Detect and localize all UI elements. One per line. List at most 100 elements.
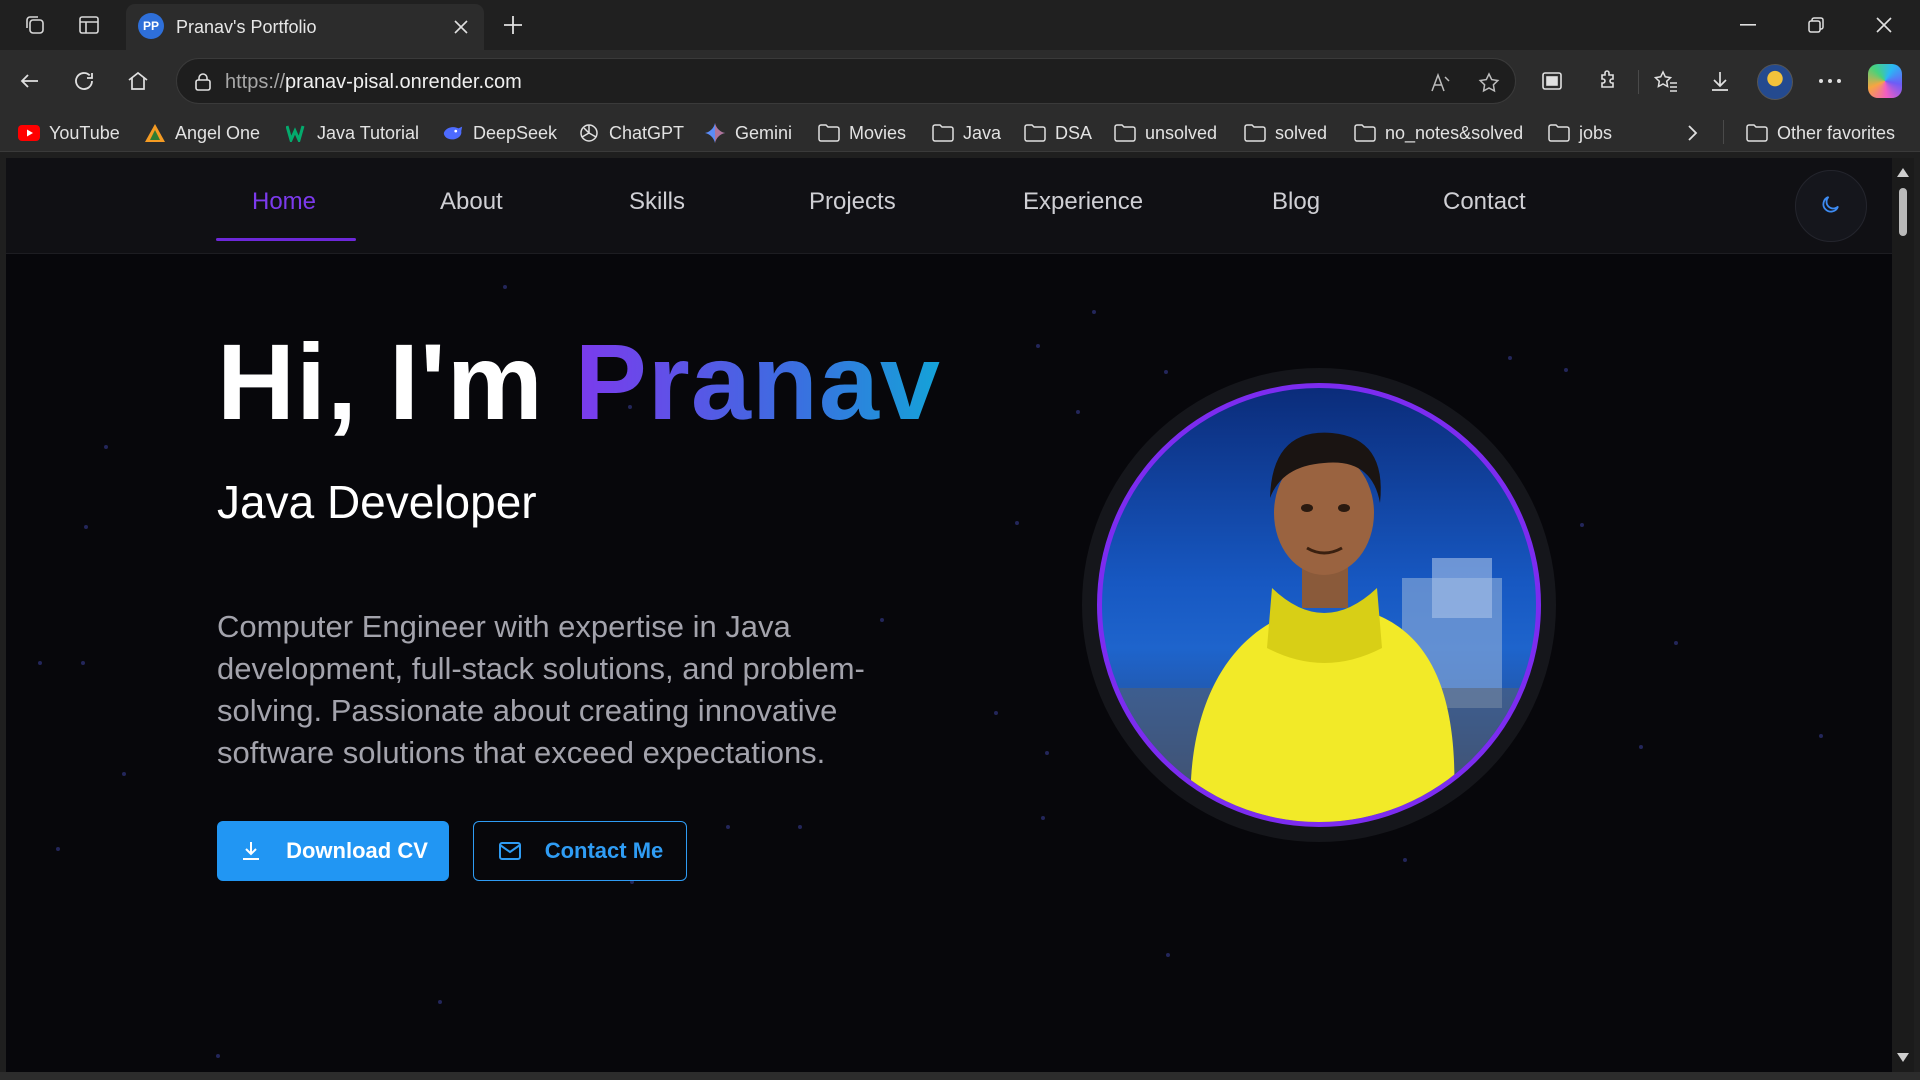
chevron-right-icon[interactable] (1680, 120, 1706, 146)
folder-icon (1354, 122, 1376, 144)
copilot-icon[interactable] (1868, 64, 1902, 98)
background-dot (994, 711, 998, 715)
background-dot (503, 285, 507, 289)
split-screen-icon[interactable] (1536, 65, 1568, 97)
download-cv-button[interactable]: Download CV (217, 821, 449, 881)
bookmark-folder-solved[interactable]: solved (1244, 120, 1327, 146)
bookmark-angel-one[interactable]: Angel One (144, 120, 260, 146)
bookmark-folder-jobs[interactable]: jobs (1548, 120, 1612, 146)
deepseek-icon (442, 122, 464, 144)
chatgpt-icon (578, 122, 600, 144)
nav-skills[interactable]: Skills (629, 188, 685, 216)
downloads-icon[interactable] (1704, 65, 1736, 97)
background-dot (38, 661, 42, 665)
background-dot (726, 825, 730, 829)
folder-icon (1746, 122, 1768, 144)
theme-toggle-button[interactable] (1795, 170, 1867, 242)
contact-me-button[interactable]: Contact Me (473, 821, 687, 881)
bookmark-folder-java[interactable]: Java (932, 120, 1001, 146)
bookmarks-bar: YouTube Angel One Java Tutorial DeepSeek… (0, 112, 1920, 152)
profile-photo-illustration (1102, 432, 1536, 822)
nav-projects[interactable]: Projects (809, 188, 896, 216)
bookmark-folder-movies[interactable]: Movies (818, 120, 906, 146)
background-dot (104, 445, 108, 449)
workspaces-icon[interactable] (20, 10, 50, 40)
bookmark-label: unsolved (1145, 122, 1218, 143)
bookmark-gemini[interactable]: Gemini (704, 120, 792, 146)
w3schools-icon (286, 122, 308, 144)
bookmark-folder-no-notes-solved[interactable]: no_notes&solved (1354, 120, 1523, 146)
lock-icon[interactable] (191, 70, 215, 94)
minimize-icon[interactable] (1714, 0, 1782, 50)
bookmark-label: YouTube (49, 122, 120, 143)
favorites-icon[interactable] (1650, 65, 1682, 97)
bookmark-label: Gemini (735, 122, 793, 143)
background-dot (1166, 953, 1170, 957)
background-dot (81, 661, 85, 665)
scroll-down-arrow-icon[interactable] (1897, 1053, 1909, 1062)
youtube-icon (18, 122, 40, 144)
home-icon[interactable] (122, 65, 154, 97)
bookmark-label: DeepSeek (473, 122, 558, 143)
bookmark-java-tutorial[interactable]: Java Tutorial (286, 120, 419, 146)
bookmark-label: Angel One (175, 122, 261, 143)
scroll-up-arrow-icon[interactable] (1897, 168, 1909, 177)
new-tab-icon[interactable] (498, 10, 528, 40)
contact-me-label: Contact Me (544, 838, 664, 863)
active-tab[interactable]: PP Pranav's Portfolio (126, 4, 484, 50)
tab-title: Pranav's Portfolio (176, 17, 317, 37)
moon-icon (1820, 193, 1842, 220)
background-dot (1041, 816, 1045, 820)
background-dot (1164, 370, 1168, 374)
hero-description: Computer Engineer with expertise in Java… (217, 609, 865, 770)
bookmark-label: Movies (849, 122, 907, 143)
tab-favicon: PP (138, 13, 164, 39)
bookmarks-divider (1723, 120, 1724, 144)
nav-experience[interactable]: Experience (1023, 188, 1143, 216)
background-dot (122, 772, 126, 776)
nav-blog[interactable]: Blog (1272, 188, 1320, 216)
bookmark-folder-unsolved[interactable]: unsolved (1114, 120, 1217, 146)
folder-icon (1548, 122, 1570, 144)
nav-contact[interactable]: Contact (1443, 188, 1526, 216)
bookmark-other-favorites[interactable]: Other favorites (1746, 120, 1895, 146)
scrollbar-thumb[interactable] (1899, 188, 1907, 236)
toolbar-divider (1638, 70, 1639, 94)
bookmark-label: Java Tutorial (317, 122, 420, 143)
restore-icon[interactable] (1782, 0, 1850, 50)
nav-about[interactable]: About (440, 188, 503, 216)
background-dot (1564, 368, 1568, 372)
browser-toolbar: https://pranav-pisal.onrender.com (0, 50, 1920, 112)
bookmark-label: no_notes&solved (1385, 122, 1524, 143)
bookmark-label: jobs (1579, 122, 1613, 143)
tab-bar: PP Pranav's Portfolio (0, 0, 1920, 50)
hero-greeting: Hi, I'm (217, 321, 544, 442)
folder-icon (1244, 122, 1266, 144)
nav-home[interactable]: Home (252, 188, 316, 216)
window-bottom-edge (0, 1072, 1920, 1080)
vertical-tabs-icon[interactable] (74, 10, 104, 40)
more-menu-icon[interactable] (1814, 65, 1846, 97)
bookmark-deepseek[interactable]: DeepSeek (442, 120, 557, 146)
background-dot (1092, 310, 1096, 314)
background-dot (1580, 523, 1584, 527)
bookmark-chatgpt[interactable]: ChatGPT (578, 120, 684, 146)
favorite-star-icon[interactable] (1475, 69, 1503, 97)
close-window-icon[interactable] (1850, 0, 1918, 50)
close-tab-icon[interactable] (448, 14, 474, 40)
extensions-icon[interactable] (1592, 65, 1624, 97)
bookmark-folder-dsa[interactable]: DSA (1024, 120, 1092, 146)
folder-icon (1024, 122, 1046, 144)
site-navbar: Home About Skills Projects Experience Bl… (6, 158, 1892, 254)
background-dot (84, 525, 88, 529)
back-icon[interactable] (14, 65, 46, 97)
background-dot (1015, 521, 1019, 525)
page-scrollbar[interactable] (1892, 158, 1914, 1072)
address-bar[interactable]: https://pranav-pisal.onrender.com (176, 58, 1516, 104)
bookmark-youtube[interactable]: YouTube (18, 120, 120, 146)
folder-icon (932, 122, 954, 144)
profile-avatar[interactable] (1757, 64, 1793, 100)
refresh-icon[interactable] (68, 65, 100, 97)
read-aloud-icon[interactable] (1427, 69, 1455, 97)
download-cv-label: Download CV (286, 838, 428, 863)
